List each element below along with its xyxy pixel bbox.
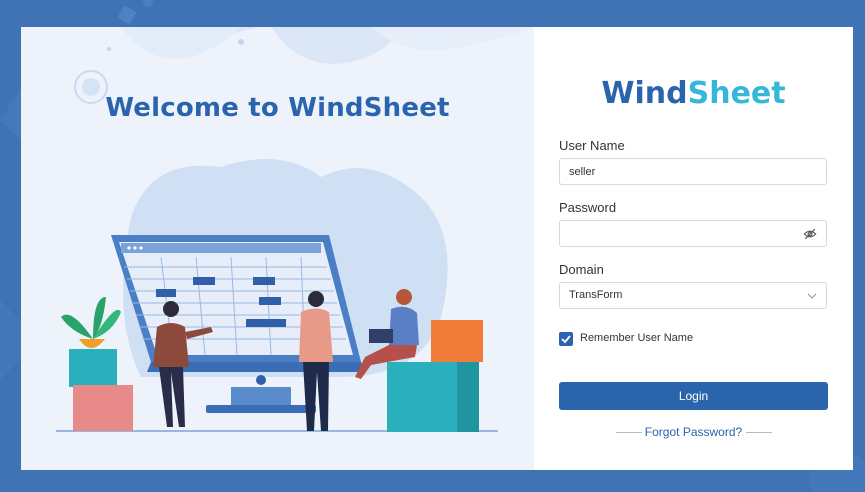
password-label: Password [559,200,617,215]
remember-checkbox[interactable] [559,332,573,346]
domain-selected-value: TransForm [569,289,623,301]
password-input[interactable] [560,221,808,246]
divider-right [746,432,772,433]
eye-off-icon[interactable] [803,227,817,241]
password-field[interactable] [559,220,827,247]
forgot-password-row: Forgot Password? [559,425,828,439]
username-field[interactable] [559,158,827,185]
login-button[interactable]: Login [559,382,828,410]
welcome-heading: Welcome to WindSheet [105,93,450,123]
remember-label[interactable]: Remember User Name [580,332,693,344]
chevron-down-icon [807,293,817,299]
domain-label: Domain [559,262,604,277]
username-label: User Name [559,138,625,153]
login-form-panel: WindSheet User Name Password Domain Tran… [534,27,853,470]
domain-select[interactable]: TransForm [559,282,827,309]
forgot-password-link[interactable]: Forgot Password? [559,425,828,439]
logo-part-sheet: Sheet [687,76,786,111]
login-card: Welcome to WindSheet WindSheet User Name… [21,27,853,470]
checkmark-icon [561,335,571,344]
username-input[interactable] [560,159,808,184]
welcome-panel: Welcome to WindSheet [21,27,534,470]
app-logo: WindSheet [534,76,853,111]
logo-part-wind: Wind [601,76,688,111]
